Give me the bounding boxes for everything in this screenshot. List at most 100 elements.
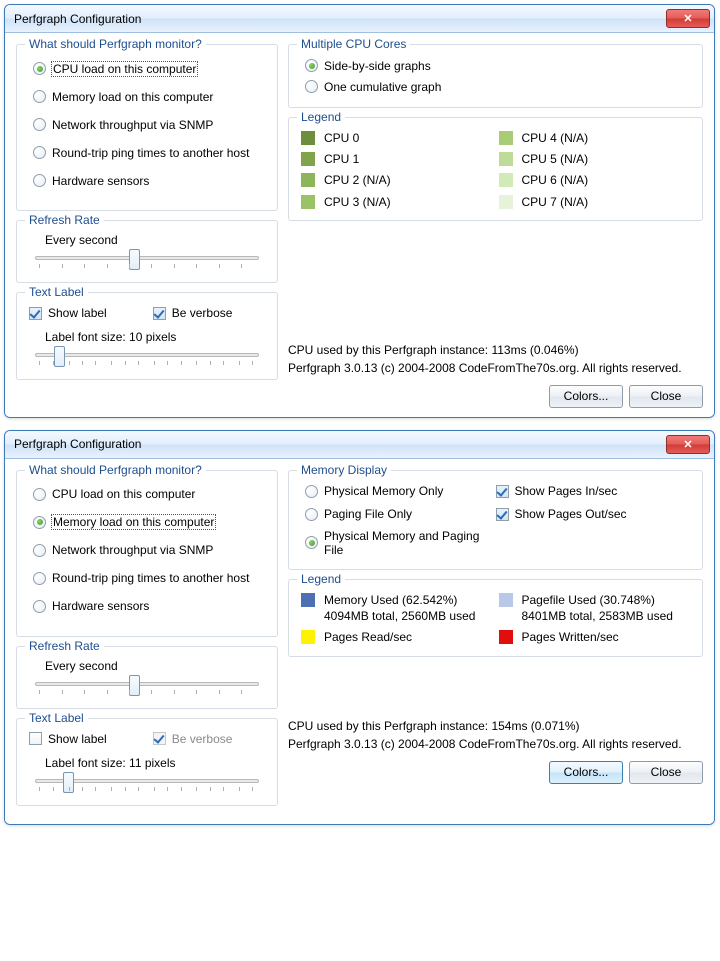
mem-legend-grid: Memory Used (62.542%) 4094MB total, 2560…: [301, 592, 690, 646]
cpu-legend-grid: CPU 0CPU 4 (N/A)CPU 1CPU 5 (N/A)CPU 2 (N…: [301, 130, 690, 210]
close-icon: ✕: [683, 12, 692, 25]
radio-icon: [305, 485, 318, 498]
legend-item: CPU 5 (N/A): [499, 151, 691, 167]
fontsize-slider[interactable]: [35, 353, 259, 357]
radio-cumulative[interactable]: One cumulative graph: [305, 78, 690, 95]
config-window-cpu: Perfgraph Configuration ✕ What should Pe…: [4, 4, 715, 418]
window-body: What should Perfgraph monitor? CPU load …: [5, 33, 714, 417]
refresh-label: Every second: [45, 233, 265, 247]
radio-icon: [33, 600, 46, 613]
radio-cpu[interactable]: CPU load on this computer: [33, 486, 265, 503]
legend-text: CPU 6 (N/A): [522, 172, 589, 188]
checkbox-icon: [496, 485, 509, 498]
colors-button[interactable]: Colors...: [549, 385, 623, 408]
swatch-icon: [499, 630, 513, 644]
checkbox-pagesin[interactable]: Show Pages In/sec: [496, 483, 691, 500]
radio-icon: [33, 118, 46, 131]
refresh-groupbox: Refresh Rate Every second: [16, 646, 278, 709]
titlebar[interactable]: Perfgraph Configuration ✕: [5, 431, 714, 459]
radio-ping[interactable]: Round-trip ping times to another host: [33, 144, 265, 161]
checkbox-pagesout[interactable]: Show Pages Out/sec: [496, 506, 691, 523]
swatch-icon: [301, 630, 315, 644]
fontsize-slider[interactable]: [35, 779, 259, 783]
footer-info: CPU used by this Perfgraph instance: 113…: [288, 341, 703, 378]
radio-memory-label: Memory load on this computer: [52, 90, 213, 104]
swatch-icon: [301, 593, 315, 607]
refresh-label: Every second: [45, 659, 265, 673]
radio-network[interactable]: Network throughput via SNMP: [33, 542, 265, 559]
checkbox-pagesin-label: Show Pages In/sec: [515, 484, 618, 498]
legend-text: CPU 4 (N/A): [522, 130, 589, 146]
swatch-icon: [301, 195, 315, 209]
refresh-groupbox: Refresh Rate Every second: [16, 220, 278, 283]
radio-network-label: Network throughput via SNMP: [52, 543, 213, 557]
window-close-button[interactable]: ✕: [666, 435, 710, 454]
radio-cpu[interactable]: CPU load on this computer: [33, 60, 265, 77]
radio-memory[interactable]: Memory load on this computer: [33, 514, 265, 531]
radio-network[interactable]: Network throughput via SNMP: [33, 116, 265, 133]
radio-icon: [305, 508, 318, 521]
legend-memory-used: Memory Used (62.542%) 4094MB total, 2560…: [301, 592, 493, 624]
legend-item: CPU 7 (N/A): [499, 194, 691, 210]
memdisplay-groupbox: Memory Display Physical Memory Only Show…: [288, 470, 703, 570]
radio-sidebyside[interactable]: Side-by-side graphs: [305, 57, 690, 74]
window-close-button[interactable]: ✕: [666, 9, 710, 28]
radio-cpu-label: CPU load on this computer: [52, 62, 197, 76]
close-button[interactable]: Close: [629, 385, 703, 408]
refresh-slider[interactable]: [35, 256, 259, 260]
window-title: Perfgraph Configuration: [14, 437, 141, 451]
cpucores-title: Multiple CPU Cores: [297, 37, 410, 51]
legend-text: CPU 3 (N/A): [324, 194, 391, 210]
checkbox-icon: [29, 307, 42, 320]
swatch-icon: [499, 195, 513, 209]
config-window-memory: Perfgraph Configuration ✕ What should Pe…: [4, 430, 715, 825]
radio-hardware[interactable]: Hardware sensors: [33, 598, 265, 615]
legend-sub-text: 4094MB total, 2560MB used: [324, 608, 475, 624]
radio-hardware[interactable]: Hardware sensors: [33, 172, 265, 189]
slider-ticks: [35, 264, 259, 272]
checkbox-verbose[interactable]: Be verbose: [153, 306, 233, 320]
swatch-icon: [301, 131, 315, 145]
radio-paging[interactable]: Paging File Only: [305, 506, 496, 523]
legend-item: CPU 4 (N/A): [499, 130, 691, 146]
legend-text: CPU 5 (N/A): [522, 151, 589, 167]
radio-icon: [33, 488, 46, 501]
monitor-groupbox: What should Perfgraph monitor? CPU load …: [16, 44, 278, 211]
legend-pagefile-used: Pagefile Used (30.748%) 8401MB total, 25…: [499, 592, 691, 624]
radio-phys[interactable]: Physical Memory Only: [305, 483, 496, 500]
window-title: Perfgraph Configuration: [14, 12, 141, 26]
close-icon: ✕: [683, 438, 692, 451]
radio-icon: [305, 80, 318, 93]
radio-phys-label: Physical Memory Only: [324, 484, 443, 498]
legend-text: Memory Used (62.542%) 4094MB total, 2560…: [324, 592, 475, 624]
checkbox-verbose-label: Be verbose: [172, 732, 233, 746]
close-button[interactable]: Close: [629, 761, 703, 784]
checkbox-icon: [29, 732, 42, 745]
radio-cpu-label: CPU load on this computer: [52, 487, 195, 501]
titlebar[interactable]: Perfgraph Configuration ✕: [5, 5, 714, 33]
legend-item: CPU 6 (N/A): [499, 172, 691, 188]
legend-item: CPU 2 (N/A): [301, 172, 493, 188]
legend-title: Legend: [297, 572, 345, 586]
legend-pages-read: Pages Read/sec: [301, 629, 493, 645]
radio-icon: [33, 174, 46, 187]
radio-ping[interactable]: Round-trip ping times to another host: [33, 570, 265, 587]
legend-text: Pages Written/sec: [522, 629, 619, 645]
radio-icon: [33, 516, 46, 529]
legend-title-text: Pagefile Used (30.748%): [522, 593, 655, 607]
radio-both[interactable]: Physical Memory and Paging File: [305, 529, 496, 557]
refresh-slider[interactable]: [35, 682, 259, 686]
checkbox-icon: [153, 732, 166, 745]
textlabel-title: Text Label: [25, 711, 88, 725]
slider-ticks: [35, 361, 259, 369]
legend-title: Legend: [297, 110, 345, 124]
radio-memory[interactable]: Memory load on this computer: [33, 88, 265, 105]
colors-button[interactable]: Colors...: [549, 761, 623, 784]
radio-hardware-label: Hardware sensors: [52, 599, 149, 613]
font-size-label: Label font size: 11 pixels: [45, 756, 265, 770]
checkbox-showlabel[interactable]: Show label: [29, 306, 107, 320]
legend-item: CPU 3 (N/A): [301, 194, 493, 210]
legend-groupbox: Legend CPU 0CPU 4 (N/A)CPU 1CPU 5 (N/A)C…: [288, 117, 703, 221]
checkbox-showlabel[interactable]: Show label: [29, 732, 107, 746]
radio-ping-label: Round-trip ping times to another host: [52, 146, 249, 160]
